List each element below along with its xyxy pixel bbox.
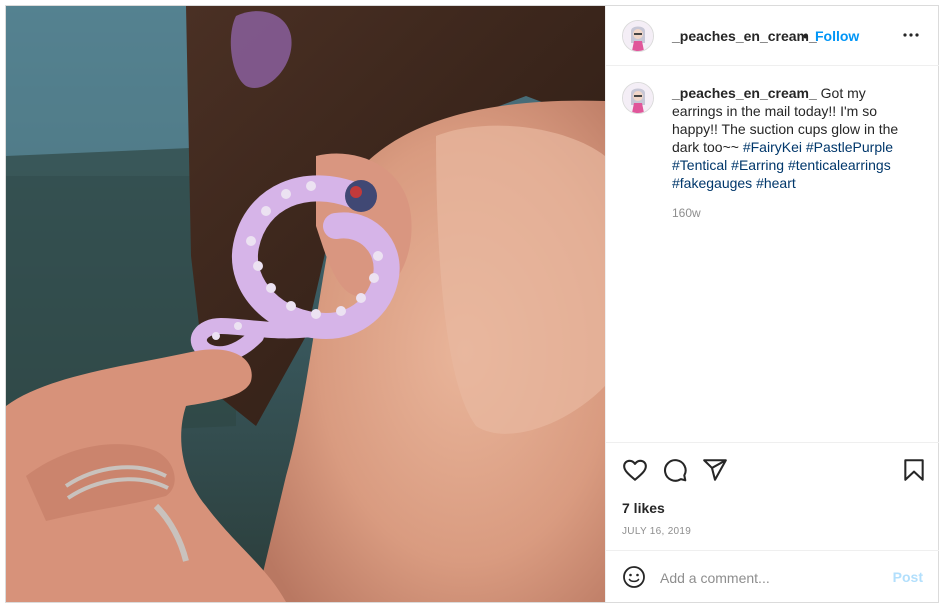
more-options-icon[interactable] — [902, 26, 920, 49]
hashtag-link[interactable]: #heart — [756, 175, 796, 191]
post-photo[interactable] — [6, 6, 605, 602]
hashtag-link[interactable]: #tenticalearrings — [788, 157, 891, 173]
comment-bar: Post — [606, 550, 939, 602]
post-photo-illustration — [6, 6, 605, 602]
hashtag-link[interactable]: #PastlePurple — [806, 139, 893, 155]
header-separator: • — [803, 28, 808, 44]
bookmark-icon[interactable] — [901, 457, 927, 488]
hashtag-link[interactable]: #Tentical — [672, 157, 727, 173]
caption-age[interactable]: 160w — [672, 206, 701, 220]
hashtag-link[interactable]: #FairyKei — [743, 139, 802, 155]
follow-button[interactable]: Follow — [815, 28, 859, 44]
post-container: _peaches_en_cream_ • Follow _peaches_en_… — [5, 5, 939, 603]
caption-avatar[interactable] — [622, 82, 654, 114]
author-username[interactable]: _peaches_en_cream_ — [672, 28, 817, 44]
heart-icon[interactable] — [622, 457, 648, 488]
post-header: _peaches_en_cream_ • Follow — [606, 6, 939, 66]
hashtag-link[interactable]: #Earring — [731, 157, 784, 173]
hashtag-link[interactable]: #fakegauges — [672, 175, 752, 191]
post-sidebar: _peaches_en_cream_ • Follow _peaches_en_… — [605, 6, 939, 602]
comment-icon[interactable] — [662, 457, 688, 488]
avatar[interactable] — [622, 20, 654, 52]
emoji-icon[interactable] — [622, 565, 646, 594]
share-icon[interactable] — [702, 457, 728, 488]
post-caption: _peaches_en_cream_ Got my earrings in th… — [672, 84, 920, 192]
post-date: JULY 16, 2019 — [622, 526, 692, 537]
post-comment-button[interactable]: Post — [893, 569, 923, 585]
avatar-image — [623, 21, 653, 51]
comment-input[interactable] — [658, 567, 882, 589]
caption-avatar-image — [623, 83, 653, 113]
caption-username[interactable]: _peaches_en_cream_ — [672, 85, 817, 101]
likes-count[interactable]: 7 likes — [622, 500, 665, 516]
action-bar — [606, 442, 939, 503]
